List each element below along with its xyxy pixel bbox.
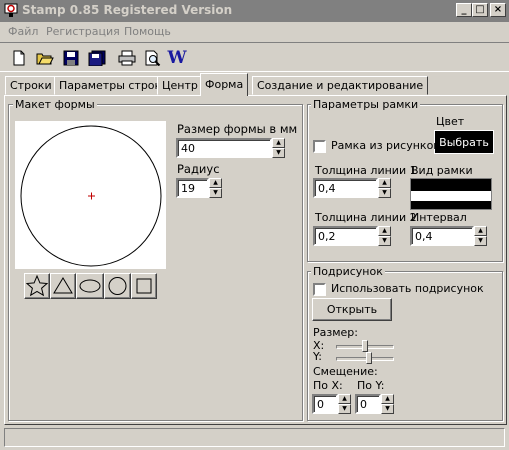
save-as-button[interactable] — [86, 48, 108, 68]
form-preview-canvas — [15, 121, 166, 269]
frame-view-label: Вид рамки — [411, 164, 473, 177]
save-disk-icon — [63, 50, 79, 66]
offset-x-label: По X: — [313, 379, 343, 392]
color-label: Цвет — [436, 115, 465, 128]
form-size-input[interactable]: 40 — [176, 138, 272, 158]
line1-thickness-input[interactable]: 0,4 — [313, 178, 378, 198]
minimize-button[interactable]: _ — [456, 3, 472, 17]
menu-help[interactable]: Помощь — [124, 25, 171, 38]
menu-file[interactable]: Файл — [8, 25, 38, 38]
size-x-slider-thumb[interactable] — [362, 340, 368, 352]
use-subpicture-label: Использовать подрисунок — [331, 282, 484, 295]
new-file-icon — [13, 50, 25, 66]
form-size-spinner[interactable]: ▲ ▼ — [272, 138, 285, 158]
offset-x-input[interactable]: 0 — [312, 394, 338, 414]
size-y-label: Y: — [313, 350, 322, 363]
pick-color-button[interactable]: Выбрать — [434, 130, 494, 154]
save-button[interactable] — [60, 48, 82, 68]
title-bar[interactable]: Stamp 0.85 Registered Version _ □ × — [0, 0, 509, 22]
offset-y-spinner[interactable]: ▲ ▼ — [381, 394, 394, 414]
print-button[interactable] — [116, 48, 138, 68]
subpicture-size-label: Размер: — [313, 326, 358, 339]
line1-thickness-spinner[interactable]: ▲ ▼ — [378, 178, 391, 198]
circle-stamp-preview — [20, 125, 162, 267]
line1-thickness-label: Толщина линии 1 — [315, 164, 417, 177]
triangle-icon — [53, 277, 73, 294]
tab-form[interactable]: Форма — [200, 73, 249, 96]
radius-spinner[interactable]: ▲ ▼ — [209, 178, 222, 198]
print-preview-icon — [145, 50, 161, 66]
line2-thickness-label: Толщина линии 2 — [315, 211, 417, 224]
shape-ellipse-button[interactable] — [76, 273, 104, 299]
toolbar: W — [0, 42, 509, 72]
star-icon — [25, 274, 49, 297]
maximize-button[interactable]: □ — [472, 3, 488, 17]
offset-y-input[interactable]: 0 — [355, 394, 381, 414]
status-bar — [4, 428, 505, 447]
offset-x-spinner[interactable]: ▲ ▼ — [338, 394, 351, 414]
square-icon — [136, 278, 152, 294]
menu-bar: Файл Регистрация Помощь — [0, 22, 509, 41]
tab-create-edit[interactable]: Создание и редактирование — [252, 76, 429, 95]
offset-label: Смещение: — [313, 365, 378, 378]
close-button[interactable]: × — [490, 3, 506, 17]
stamp-app-icon — [4, 3, 18, 17]
frame-view-preview — [410, 178, 492, 210]
open-file-button[interactable] — [34, 48, 56, 68]
offset-y-label: По Y: — [357, 379, 385, 392]
interval-spinner[interactable]: ▲ ▼ — [474, 226, 487, 246]
radius-label: Радиус — [177, 162, 220, 176]
frame-params-title: Параметры рамки — [311, 98, 421, 111]
new-file-button[interactable] — [8, 48, 30, 68]
use-subpicture-checkbox[interactable] — [313, 283, 326, 296]
tab-center[interactable]: Центр — [157, 76, 203, 95]
shape-square-button[interactable] — [131, 273, 157, 299]
line2-thickness-spinner[interactable]: ▲ ▼ — [378, 226, 391, 246]
tab-string-params[interactable]: Параметры строк — [54, 76, 167, 95]
shape-circle-button[interactable] — [104, 273, 131, 299]
tab-strings[interactable]: Строки — [5, 76, 57, 95]
print-preview-button[interactable] — [142, 48, 164, 68]
form-layout-title: Макет формы — [13, 98, 97, 111]
interval-label: Интервал — [411, 211, 467, 224]
shape-triangle-button[interactable] — [50, 273, 76, 299]
circle-icon — [108, 277, 127, 295]
shape-star-button[interactable] — [24, 273, 50, 299]
interval-input[interactable]: 0,4 — [410, 226, 474, 246]
ellipse-icon — [79, 279, 101, 293]
form-size-label: Размер формы в мм — [177, 122, 298, 136]
size-y-slider-thumb[interactable] — [366, 352, 372, 364]
word-export-button[interactable]: W — [166, 48, 188, 68]
line2-thickness-input[interactable]: 0,2 — [313, 226, 378, 246]
frame-from-pictures-label: Рамка из рисунков — [331, 139, 440, 152]
save-all-icon — [88, 50, 106, 66]
menu-registration[interactable]: Регистрация — [46, 25, 120, 38]
printer-icon — [118, 50, 136, 66]
frame-from-pictures-checkbox[interactable] — [313, 140, 326, 153]
subpicture-title: Подрисунок — [311, 265, 385, 278]
window-title: Stamp 0.85 Registered Version — [22, 3, 233, 17]
size-y-slider[interactable] — [336, 357, 394, 361]
open-subpicture-button[interactable]: Открыть — [312, 298, 392, 321]
open-folder-icon — [36, 53, 54, 65]
radius-input[interactable]: 19 — [176, 178, 209, 198]
